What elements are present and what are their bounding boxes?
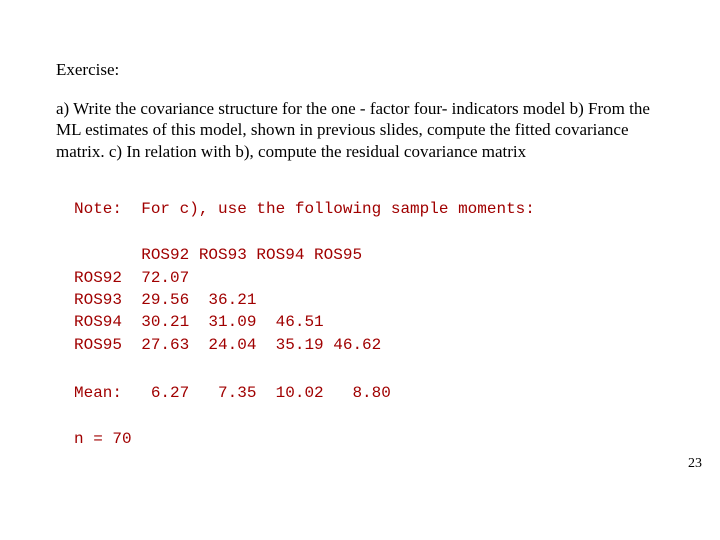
exercise-heading: Exercise: xyxy=(56,60,664,80)
page-number: 23 xyxy=(688,456,702,472)
note-line: Note: For c), use the following sample m… xyxy=(74,198,664,220)
covariance-table: ROS92 ROS93 ROS94 ROS95 ROS92 72.07 ROS9… xyxy=(74,244,664,356)
mean-line: Mean: 6.27 7.35 10.02 8.80 xyxy=(74,382,664,404)
slide-container: Exercise: a) Write the covariance struct… xyxy=(0,0,720,540)
exercise-body: a) Write the covariance structure for th… xyxy=(56,98,664,162)
n-line: n = 70 xyxy=(74,428,664,450)
